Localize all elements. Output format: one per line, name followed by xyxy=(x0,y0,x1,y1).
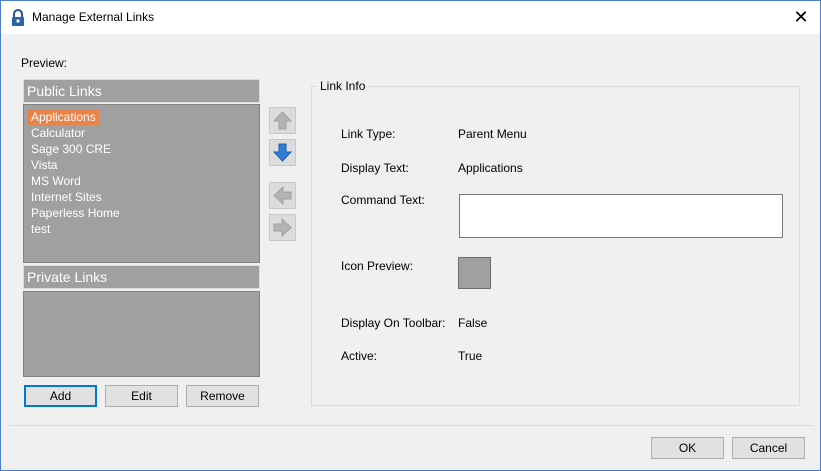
list-item[interactable]: Vista xyxy=(28,157,60,173)
arrow-up-icon xyxy=(272,111,293,130)
move-down-button[interactable] xyxy=(269,139,296,166)
command-text-label: Command Text: xyxy=(341,193,425,207)
remove-button[interactable]: Remove xyxy=(186,385,259,407)
display-text-value: Applications xyxy=(458,161,523,175)
list-item[interactable]: Paperless Home xyxy=(28,205,123,221)
icon-preview-label: Icon Preview: xyxy=(341,259,414,273)
edit-button[interactable]: Edit xyxy=(105,385,178,407)
link-type-value: Parent Menu xyxy=(458,127,527,141)
arrow-right-icon xyxy=(273,217,292,238)
display-text-label: Display Text: xyxy=(341,161,409,175)
move-right-button[interactable] xyxy=(269,214,296,241)
move-up-button[interactable] xyxy=(269,107,296,134)
display-on-toolbar-value: False xyxy=(458,316,488,330)
display-on-toolbar-label: Display On Toolbar: xyxy=(341,316,446,330)
list-item[interactable]: Applications xyxy=(28,109,99,125)
command-text-field[interactable] xyxy=(459,194,783,238)
arrow-left-icon xyxy=(273,185,292,206)
private-links-list[interactable] xyxy=(23,291,260,377)
list-item[interactable]: MS Word xyxy=(28,173,84,189)
ok-button[interactable]: OK xyxy=(651,437,724,459)
preview-label: Preview: xyxy=(21,56,68,70)
arrow-down-icon xyxy=(272,143,293,162)
public-links-header: Public Links xyxy=(23,79,260,103)
list-item[interactable]: test xyxy=(28,221,53,237)
close-button[interactable]: ✕ xyxy=(783,1,819,34)
active-value: True xyxy=(458,349,483,363)
list-item[interactable]: Sage 300 CRE xyxy=(28,141,114,157)
active-label: Active: xyxy=(341,349,378,363)
title-bar: Manage External Links ✕ xyxy=(1,1,820,34)
list-item[interactable]: Calculator xyxy=(28,125,88,141)
public-links-list[interactable]: Applications Calculator Sage 300 CRE Vis… xyxy=(23,104,260,263)
manage-external-links-dialog: Manage External Links ✕ Preview: Public … xyxy=(0,0,821,471)
close-icon: ✕ xyxy=(793,7,809,27)
footer-separator xyxy=(9,425,814,426)
private-links-header: Private Links xyxy=(23,265,260,289)
window-title: Manage External Links xyxy=(32,10,155,24)
lock-icon xyxy=(12,9,24,26)
link-info-title: Link Info xyxy=(317,79,369,93)
move-left-button[interactable] xyxy=(269,182,296,209)
add-button[interactable]: Add xyxy=(24,385,97,407)
icon-preview-box xyxy=(458,257,491,289)
list-item[interactable]: Internet Sites xyxy=(28,189,105,205)
cancel-button[interactable]: Cancel xyxy=(732,437,805,459)
link-type-label: Link Type: xyxy=(341,127,396,141)
